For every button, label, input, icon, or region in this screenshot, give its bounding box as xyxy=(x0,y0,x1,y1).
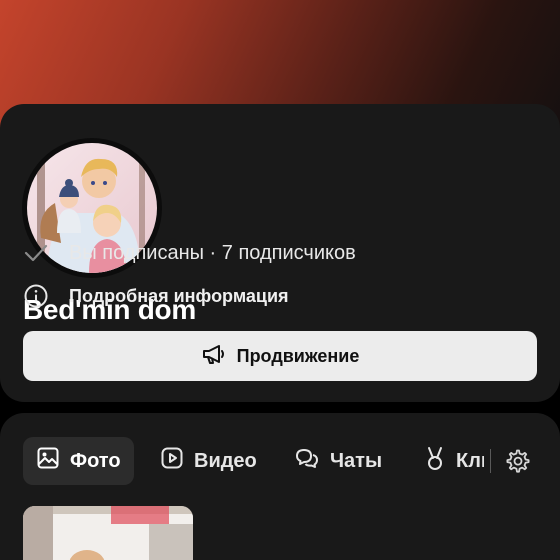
checkmark-icon xyxy=(23,240,51,266)
tab-clips[interactable]: Клипы xyxy=(424,437,484,485)
chat-icon xyxy=(294,446,330,476)
image-icon xyxy=(36,446,70,476)
tab-chats-label: Чаты xyxy=(330,449,383,472)
details-row[interactable]: Подробная информация xyxy=(23,283,289,309)
promotion-button[interactable]: Продвижение xyxy=(23,331,537,381)
clips-icon xyxy=(424,445,456,477)
photo-thumbnail[interactable] xyxy=(23,506,193,560)
promotion-button-label: Продвижение xyxy=(236,345,360,366)
info-icon xyxy=(23,283,51,309)
tab-photos[interactable]: Фото xyxy=(23,437,134,485)
content-tabs: Фото Видео Чаты Клипы xyxy=(0,437,560,485)
subscription-status: Вы подписаны · 7 подписчиков xyxy=(69,241,356,264)
tab-videos[interactable]: Видео xyxy=(160,437,257,485)
gear-icon[interactable] xyxy=(504,448,530,474)
photo-thumbnail-image xyxy=(23,506,193,560)
tab-divider xyxy=(490,449,491,473)
subscription-row[interactable]: Вы подписаны · 7 подписчиков xyxy=(23,240,356,266)
tab-videos-label: Видео xyxy=(194,449,257,472)
tab-photos-label: Фото xyxy=(70,449,121,472)
tab-clips-label: Клипы xyxy=(456,449,484,472)
tab-chats[interactable]: Чаты xyxy=(294,437,382,485)
play-icon xyxy=(160,446,194,476)
megaphone-icon xyxy=(201,343,237,370)
details-link: Подробная информация xyxy=(69,285,289,306)
